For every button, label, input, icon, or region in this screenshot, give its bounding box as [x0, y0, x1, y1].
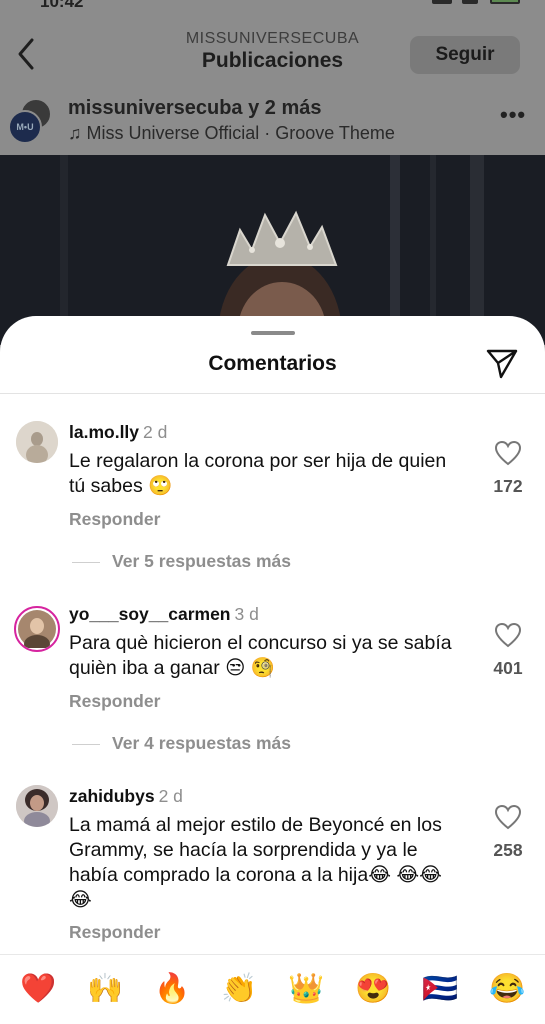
heart-icon — [494, 622, 522, 648]
like-count: 258 — [493, 840, 523, 860]
comment-username[interactable]: la.mo.lly 2 d — [69, 422, 167, 443]
view-more-replies-label: Ver 5 respuestas más — [112, 551, 292, 571]
comment-item: la.mo.lly 2 d Le regalaron la corona por … — [0, 416, 545, 606]
battery-icon — [490, 0, 520, 4]
like-button[interactable] — [492, 438, 524, 468]
avatar[interactable] — [16, 785, 58, 827]
emoji-cuba-flag-button[interactable]: 🇨🇺 — [419, 970, 461, 1008]
comments-sheet: Comentarios la.mo.lly 2 d Le regalaron la… — [0, 316, 545, 1024]
comment-time: 3 d — [234, 604, 259, 624]
comment-text: La mamá al mejor estilo de Beyoncé en lo… — [69, 814, 442, 911]
follow-button[interactable]: Seguir — [410, 36, 520, 74]
comment-username[interactable]: zahidubys 2 d — [69, 786, 183, 807]
divider — [0, 393, 545, 394]
post-audio-track[interactable]: ♫ Miss Universe Official · Groove Theme — [68, 123, 395, 144]
wifi-icon — [462, 0, 478, 4]
view-more-replies-label: Ver 4 respuestas más — [112, 733, 292, 753]
heart-icon — [494, 804, 522, 830]
avatar-image — [16, 785, 58, 827]
emoji-laughing-button[interactable]: 😂 — [486, 970, 528, 1008]
comment-username[interactable]: yo___soy__carmen 3 d — [69, 604, 259, 625]
post-author-name[interactable]: missuniversecuba y 2 más — [68, 97, 321, 120]
share-button[interactable] — [484, 346, 520, 382]
comment-time: 2 d — [158, 786, 183, 806]
signal-icon — [432, 0, 452, 4]
reply-button[interactable]: Responder — [69, 691, 160, 712]
like-button[interactable] — [492, 620, 524, 650]
sheet-drag-handle[interactable] — [251, 331, 295, 335]
username[interactable]: la.mo.lly — [69, 422, 139, 442]
emoji-clap-button[interactable]: 👏 — [218, 970, 260, 1008]
emoji-raised-hands-button[interactable]: 🙌 — [84, 970, 126, 1008]
comment-text: Le regalaron la corona por ser hija de q… — [69, 450, 447, 497]
divider — [72, 744, 100, 745]
comment-item: yo___soy__carmen 3 d Para què hicieron el… — [0, 598, 545, 788]
like-count: 172 — [493, 476, 523, 496]
avatar-image — [18, 610, 56, 650]
like-count: 401 — [493, 658, 523, 678]
emoji-fire-button[interactable]: 🔥 — [151, 970, 193, 1008]
reply-button[interactable]: Responder — [69, 509, 160, 530]
divider — [72, 562, 100, 563]
emoji-crown-button[interactable]: 👑 — [285, 970, 327, 1008]
status-bar: 10:42 — [0, 0, 545, 14]
heart-icon — [494, 440, 522, 466]
username[interactable]: zahidubys — [69, 786, 155, 806]
emoji-heart-eyes-button[interactable]: 😍 — [352, 970, 394, 1008]
emoji-reaction-bar: ❤️ 🙌 🔥 👏 👑 😍 🇨🇺 😂 — [0, 956, 545, 1024]
username[interactable]: yo___soy__carmen — [69, 604, 231, 624]
author-avatars[interactable]: M•U — [8, 98, 54, 144]
emoji-heart-button[interactable]: ❤️ — [17, 970, 59, 1008]
divider — [0, 954, 545, 955]
comment-time: 2 d — [143, 422, 168, 442]
send-icon — [486, 349, 518, 379]
avatar[interactable] — [14, 606, 60, 652]
avatar: M•U — [8, 110, 42, 144]
avatar[interactable] — [16, 421, 58, 463]
avatar-image — [16, 421, 58, 463]
page-header: MISSUNIVERSECUBA Publicaciones Seguir — [0, 18, 545, 88]
more-options-icon[interactable]: ••• — [500, 102, 526, 128]
reply-button[interactable]: Responder — [69, 922, 160, 943]
comment-item: zahidubys 2 d La mamá al mejor estilo de … — [0, 780, 545, 950]
status-time: 10:42 — [40, 0, 84, 11]
sheet-title: Comentarios — [208, 352, 337, 375]
like-button[interactable] — [492, 802, 524, 832]
comment-text: Para què hicieron el concurso si ya se s… — [69, 632, 452, 679]
post-author-row: M•U missuniversecuba y 2 más ♫ Miss Univ… — [0, 90, 545, 154]
